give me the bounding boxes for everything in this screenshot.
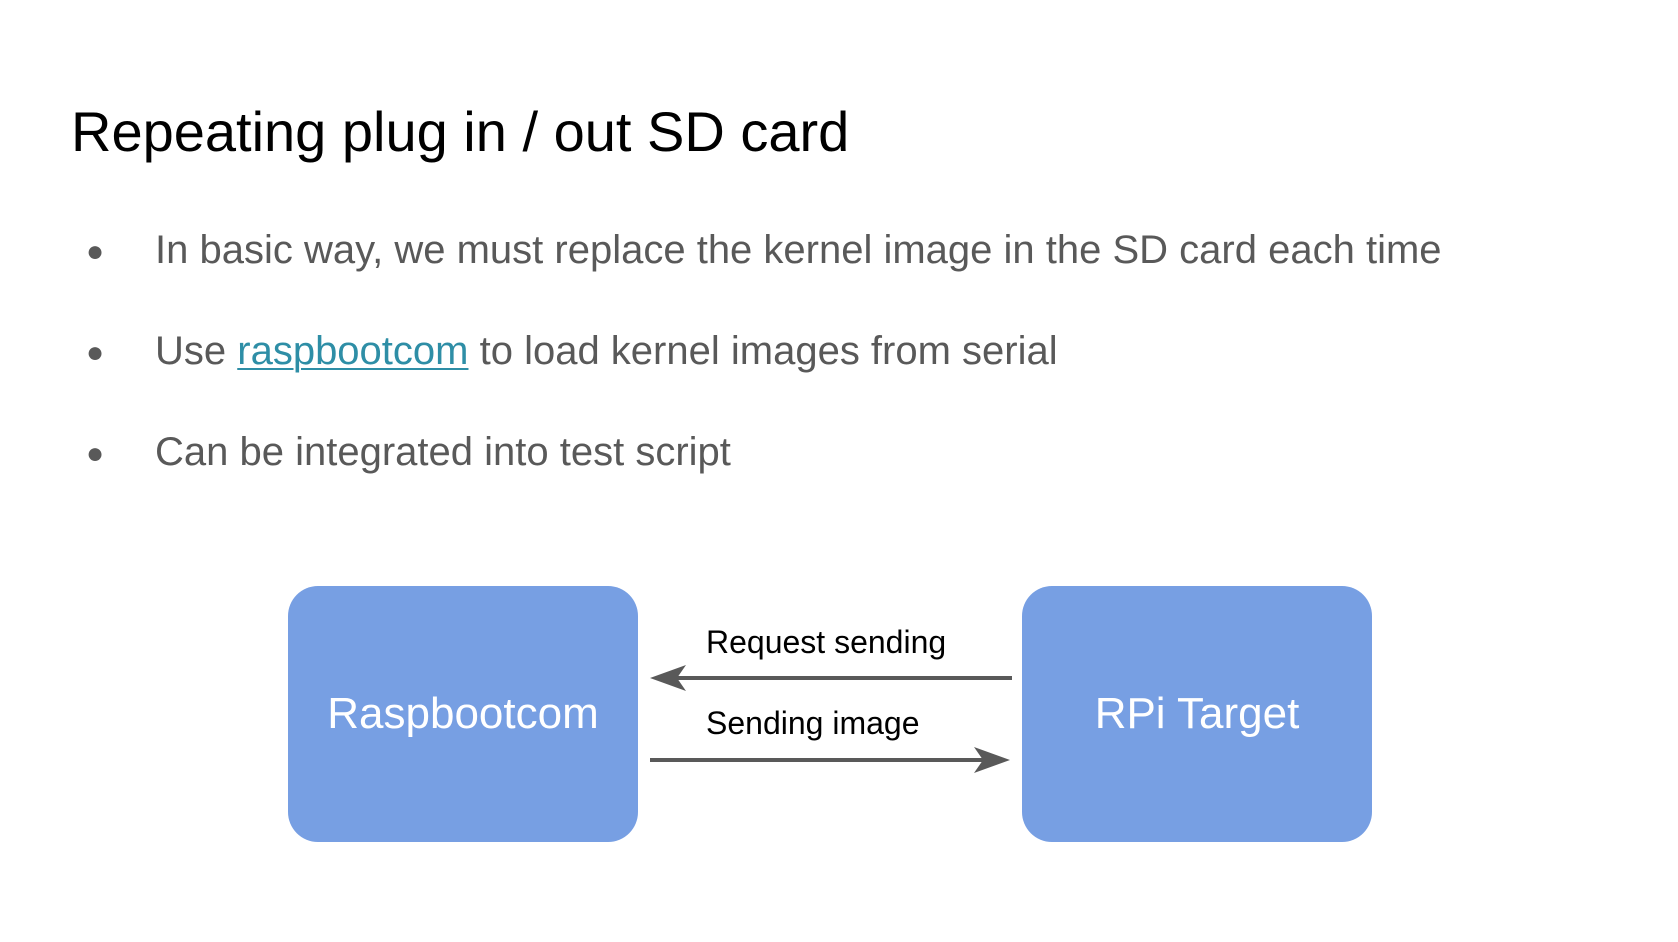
arrows-layer <box>650 665 1012 773</box>
